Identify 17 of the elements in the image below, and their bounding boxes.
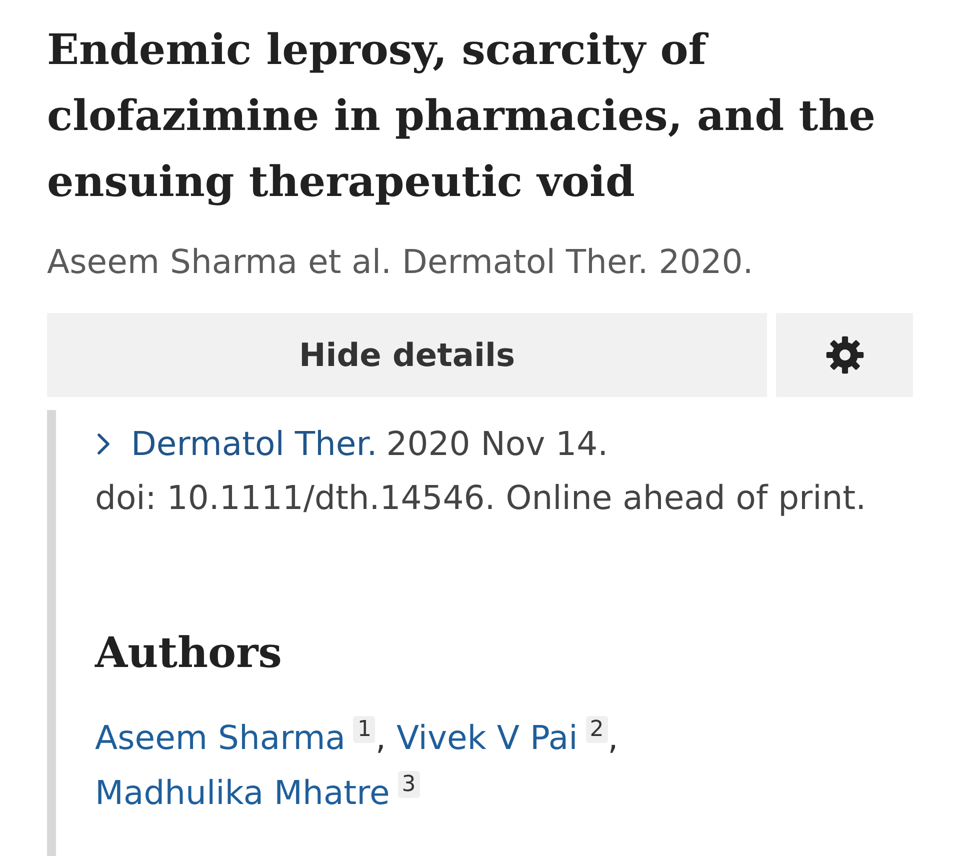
affiliation-link[interactable]: 3 [398,771,420,798]
author-list: Aseem Sharma $^{1}$, Vivek V Pai $^{2}$, Madhulika Mhatre $^{3}$ [95,710,913,820]
author-link[interactable]: Madhulika Mhatre [95,773,390,812]
hide-details-button[interactable]: Hide details [47,313,767,397]
journal-link[interactable]: Dermatol Ther. [97,417,378,471]
chevron-right-icon [97,433,110,455]
author-link[interactable]: Aseem Sharma [95,718,346,757]
gear-icon [826,336,864,374]
doi-text: doi: 10.1111/dth.14546. Online ahead of print. [95,477,868,519]
article-title: Endemic leprosy, scarcity of clofazimine in pharmacies, and the ensuing therapeutic void [47,24,876,208]
author-link[interactable]: Vivek V Pai [396,718,578,757]
affiliation-link[interactable]: 1 [353,716,376,743]
affiliation-link[interactable]: 2 [586,716,608,743]
article-byline: Aseem Sharma et al. Dermatol Ther. 2020. [47,241,754,283]
settings-button[interactable] [776,313,913,397]
publication-date: 2020 Nov 14. [386,424,608,463]
authors-heading: Authors [95,627,283,679]
